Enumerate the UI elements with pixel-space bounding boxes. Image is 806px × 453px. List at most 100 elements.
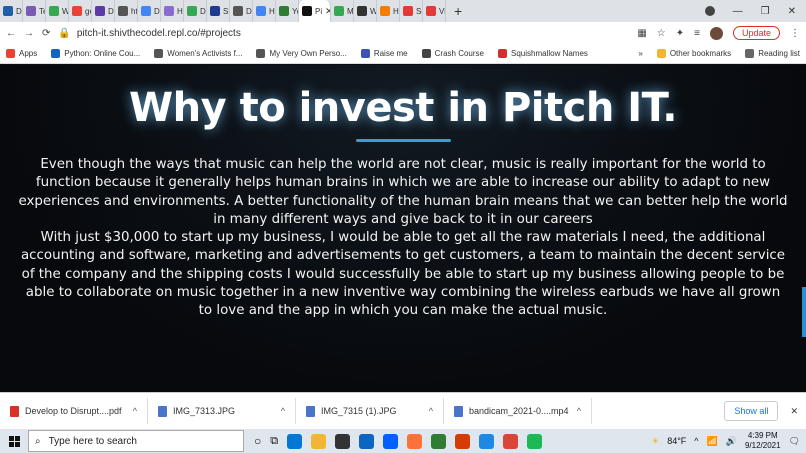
browser-toolbar: ← → ⟳ 🔒 pitch-it.shivthecodel.repl.co/#p…	[0, 22, 806, 44]
start-button[interactable]	[0, 435, 28, 447]
taskbar-app-icon[interactable]	[407, 433, 423, 449]
download-chevron-icon[interactable]: ^	[133, 406, 137, 416]
tab-label: ht	[131, 6, 138, 16]
reading-list[interactable]: Reading list	[745, 49, 800, 58]
browser-tab[interactable]: ge	[69, 0, 92, 22]
browser-tab[interactable]: W	[354, 0, 377, 22]
download-item[interactable]: bandicam_2021-0....mp4 ^	[444, 398, 592, 424]
downloads-bar: Develop to Disrupt....pdf ^ IMG_7313.JPG ^ I…	[0, 392, 806, 429]
taskbar-app-icon[interactable]	[431, 433, 447, 449]
bookmark-item[interactable]: Raise me	[360, 49, 408, 58]
browser-tab[interactable]: H	[253, 0, 276, 22]
show-all-button[interactable]: Show all	[724, 401, 779, 421]
browser-tab[interactable]: W	[46, 0, 69, 22]
browser-tab[interactable]: Yo	[276, 0, 299, 22]
browser-tab[interactable]: H	[161, 0, 184, 22]
download-item[interactable]: Develop to Disrupt....pdf ^	[0, 398, 148, 424]
browser-tab[interactable]: Pi✕	[299, 0, 331, 22]
taskbar-app-icon[interactable]	[527, 433, 543, 449]
browser-tab[interactable]: Vi	[423, 0, 446, 22]
img-file-icon	[158, 405, 167, 417]
img-file-icon	[306, 405, 315, 417]
kebab-menu-icon[interactable]: ⋮	[790, 28, 800, 39]
update-button[interactable]: Update	[732, 26, 780, 40]
avatar[interactable]	[709, 26, 723, 40]
bookmark-item[interactable]: Women's Activists f...	[154, 49, 242, 58]
tray-chevron-icon[interactable]: ^	[694, 436, 698, 446]
close-window-icon[interactable]: ✕	[788, 6, 796, 17]
download-item[interactable]: IMG_7313.JPG ^	[148, 398, 296, 424]
forward-button[interactable]: →	[24, 28, 34, 39]
browser-tab[interactable]: D	[184, 0, 207, 22]
bookmark-item[interactable]: Squishmallow Names	[497, 49, 588, 58]
menu-list-icon[interactable]: ≡	[694, 28, 700, 39]
download-chevron-icon[interactable]: ^	[577, 406, 581, 416]
tab-label: W	[62, 6, 69, 16]
profile-icon[interactable]	[704, 6, 715, 16]
temperature[interactable]: 84°F	[667, 436, 686, 446]
qr-icon[interactable]: ▦	[637, 28, 646, 39]
network-icon[interactable]: 📶	[707, 436, 718, 447]
taskbar-app-icon[interactable]	[311, 433, 327, 449]
bookmarks-overflow[interactable]: »	[638, 49, 642, 58]
browser-tab[interactable]: H	[377, 0, 400, 22]
taskbar-app-icon[interactable]	[359, 433, 375, 449]
bookmark-label: Squishmallow Names	[510, 49, 588, 58]
volume-icon[interactable]: 🔊	[726, 436, 737, 447]
tab-label: D	[200, 6, 206, 16]
paragraph-why-music: Even though the ways that music can help…	[18, 157, 788, 227]
notifications-icon[interactable]: 🗨	[789, 436, 800, 447]
bookmark-item[interactable]: Apps	[6, 49, 37, 58]
bookmark-item[interactable]: Crash Course	[421, 49, 484, 58]
minimize-icon[interactable]: —	[733, 6, 743, 17]
address-bar[interactable]: 🔒 pitch-it.shivthecodel.repl.co/#project…	[58, 28, 240, 39]
browser-tab[interactable]: ht	[115, 0, 138, 22]
download-chevron-icon[interactable]: ^	[429, 406, 433, 416]
close-downloads-icon[interactable]: ✕	[790, 406, 798, 417]
download-chevron-icon[interactable]: ^	[281, 406, 285, 416]
taskbar-search[interactable]: ⌕ Type here to search	[28, 430, 244, 452]
lock-icon: 🔒	[58, 27, 71, 39]
new-tab-button[interactable]: +	[446, 3, 470, 19]
tab-label: D	[246, 6, 252, 16]
tab-strip: DTeWgeDhtDHDSlDHYoPi✕MWHScVi + — ❐ ✕	[0, 0, 806, 22]
browser-tab[interactable]: D	[138, 0, 161, 22]
browser-tab[interactable]: Sc	[400, 0, 423, 22]
taskbar-app-icon[interactable]	[479, 433, 495, 449]
weather-icon[interactable]: ☀	[651, 436, 659, 447]
tab-favicon-icon	[187, 6, 197, 16]
page-content: Why to invest in Pitch IT. Even though t…	[0, 65, 806, 392]
browser-tab[interactable]: Te	[23, 0, 46, 22]
cortana-icon[interactable]: ○	[254, 434, 261, 448]
bookmark-item[interactable]: My Very Own Perso...	[256, 49, 347, 58]
back-button[interactable]: ←	[6, 28, 16, 39]
tab-favicon-icon	[3, 6, 13, 16]
tab-label: Sc	[416, 6, 422, 16]
browser-tab[interactable]: D	[230, 0, 253, 22]
scrollbar-thumb[interactable]	[802, 287, 806, 337]
maximize-icon[interactable]: ❐	[761, 6, 770, 17]
star-icon[interactable]: ☆	[657, 28, 666, 39]
download-item[interactable]: IMG_7315 (1).JPG ^	[296, 398, 444, 424]
taskbar-app-icon[interactable]	[455, 433, 471, 449]
tab-favicon-icon	[72, 6, 82, 16]
reload-button[interactable]: ⟳	[42, 28, 50, 39]
taskbar-app-icon[interactable]	[503, 433, 519, 449]
other-bookmarks[interactable]: Other bookmarks	[656, 49, 731, 58]
bookmark-favicon-icon	[154, 49, 164, 58]
browser-tab[interactable]: D	[92, 0, 115, 22]
tab-favicon-icon	[256, 6, 266, 16]
bookmark-label: Apps	[19, 49, 38, 58]
taskbar-app-icon[interactable]	[335, 433, 351, 449]
browser-tab[interactable]: M	[331, 0, 354, 22]
taskbar-app-icon[interactable]	[383, 433, 399, 449]
task-view-icon[interactable]: ⧉	[270, 435, 278, 448]
taskbar-app-icon[interactable]	[287, 433, 303, 449]
bookmark-label: My Very Own Perso...	[269, 49, 347, 58]
clock[interactable]: 4:39 PM 9/12/2021	[745, 431, 781, 451]
browser-tab[interactable]: Sl	[207, 0, 230, 22]
bookmark-item[interactable]: Python: Online Cou...	[51, 49, 140, 58]
browser-tab[interactable]: D	[0, 0, 23, 22]
extensions-icon[interactable]: ✦	[676, 28, 684, 39]
tab-label: D	[108, 6, 114, 16]
